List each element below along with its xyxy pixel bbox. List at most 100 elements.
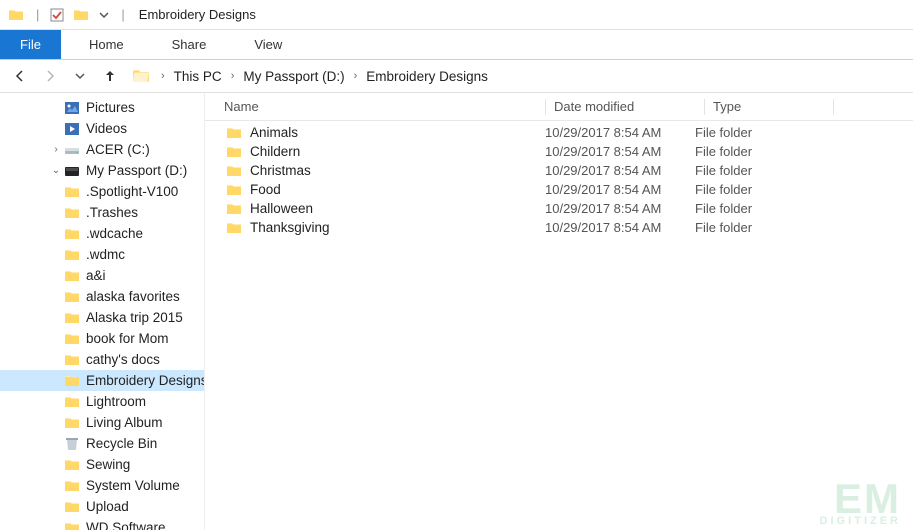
tree-item[interactable]: Recycle Bin <box>0 433 204 454</box>
tree-item[interactable]: ›Pictures <box>0 97 204 118</box>
folder-icon <box>226 125 242 141</box>
tree-item[interactable]: Lightroom <box>0 391 204 412</box>
nav-bar: › This PC › My Passport (D:) › Embroider… <box>0 60 913 93</box>
tree-item-label: alaska favorites <box>86 289 204 304</box>
file-row[interactable]: Childern10/29/2017 8:54 AMFile folder <box>205 142 913 161</box>
qat-dropdown-icon[interactable] <box>99 10 109 20</box>
tab-view[interactable]: View <box>234 30 302 59</box>
breadcrumb-folder-icon <box>132 67 150 85</box>
recent-dropdown-button[interactable] <box>68 64 92 88</box>
file-type: File folder <box>695 163 752 178</box>
tree-item[interactable]: Sewing <box>0 454 204 475</box>
breadcrumb-crumb[interactable]: This PC <box>170 69 226 84</box>
title-divider: | <box>36 7 39 22</box>
title-bar: | | Embroidery Designs <box>0 0 913 30</box>
expand-toggle-icon[interactable]: › <box>50 144 62 155</box>
tree-item-label: Living Album <box>86 415 204 430</box>
folder-icon <box>226 182 242 198</box>
file-name: Childern <box>250 144 545 159</box>
file-type: File folder <box>695 125 752 140</box>
tree-item[interactable]: WD Software <box>0 517 204 530</box>
tree-item[interactable]: Upload <box>0 496 204 517</box>
folder-icon <box>64 520 80 530</box>
file-list: Animals10/29/2017 8:54 AMFile folderChil… <box>205 121 913 530</box>
ribbon-tabs: File Home Share View <box>0 30 913 60</box>
column-type[interactable]: Type <box>713 99 833 114</box>
tree-item[interactable]: .Trashes <box>0 202 204 223</box>
tree-item-label: Upload <box>86 499 204 514</box>
breadcrumb[interactable]: › This PC › My Passport (D:) › Embroider… <box>132 67 905 85</box>
breadcrumb-chevron[interactable]: › <box>226 70 240 82</box>
tree-item[interactable]: System Volume <box>0 475 204 496</box>
file-row[interactable]: Thanksgiving10/29/2017 8:54 AMFile folde… <box>205 218 913 237</box>
tree-item-label: Pictures <box>86 100 204 115</box>
forward-arrow-icon <box>42 68 58 84</box>
breadcrumb-crumb[interactable]: Embroidery Designs <box>362 69 492 84</box>
file-row[interactable]: Halloween10/29/2017 8:54 AMFile folder <box>205 199 913 218</box>
tab-home[interactable]: Home <box>69 30 144 59</box>
tree-item-label: Sewing <box>86 457 204 472</box>
expand-toggle-icon[interactable]: ⌄ <box>50 165 62 176</box>
tree-item-label: cathy's docs <box>86 352 204 367</box>
file-date: 10/29/2017 8:54 AM <box>545 201 695 216</box>
tree-item[interactable]: ›Videos <box>0 118 204 139</box>
column-separator[interactable] <box>704 99 705 115</box>
watermark-sub: DIGITIZER <box>820 517 901 526</box>
file-type: File folder <box>695 220 752 235</box>
content-pane: Name Date modified Type Animals10/29/201… <box>205 93 913 530</box>
breadcrumb-chevron[interactable]: › <box>349 70 363 82</box>
tree-item[interactable]: book for Mom <box>0 328 204 349</box>
column-date[interactable]: Date modified <box>554 99 704 114</box>
folder-icon <box>64 394 80 410</box>
tree-item-label: a&i <box>86 268 204 283</box>
tab-file[interactable]: File <box>0 30 61 59</box>
folder-icon <box>64 226 80 242</box>
folder-icon <box>226 220 242 236</box>
back-button[interactable] <box>8 64 32 88</box>
tree-item[interactable]: .wdmc <box>0 244 204 265</box>
folder-icon <box>64 310 80 326</box>
file-row[interactable]: Christmas10/29/2017 8:54 AMFile folder <box>205 161 913 180</box>
file-date: 10/29/2017 8:54 AM <box>545 182 695 197</box>
column-separator[interactable] <box>545 99 546 115</box>
file-date: 10/29/2017 8:54 AM <box>545 163 695 178</box>
folder-icon <box>64 331 80 347</box>
column-separator[interactable] <box>833 99 834 115</box>
tree-item[interactable]: .wdcache <box>0 223 204 244</box>
tree-item[interactable]: cathy's docs <box>0 349 204 370</box>
navigation-tree[interactable]: ›Pictures›Videos›ACER (C:)⌄My Passport (… <box>0 93 205 530</box>
folder-icon <box>64 247 80 263</box>
folder-icon <box>64 478 80 494</box>
tab-share[interactable]: Share <box>152 30 227 59</box>
file-row[interactable]: Animals10/29/2017 8:54 AMFile folder <box>205 123 913 142</box>
breadcrumb-crumb[interactable]: My Passport (D:) <box>239 69 348 84</box>
tree-item[interactable]: Alaska trip 2015 <box>0 307 204 328</box>
tree-item[interactable]: .Spotlight-V100 <box>0 181 204 202</box>
pictures-icon <box>64 100 80 116</box>
recycle-bin-icon <box>64 436 80 452</box>
tree-item[interactable]: a&i <box>0 265 204 286</box>
chevron-down-icon <box>75 71 85 81</box>
breadcrumb-chevron[interactable]: › <box>156 70 170 82</box>
forward-button[interactable] <box>38 64 62 88</box>
tree-item[interactable]: Embroidery Designs <box>0 370 204 391</box>
tree-item[interactable]: ⌄My Passport (D:) <box>0 160 204 181</box>
file-date: 10/29/2017 8:54 AM <box>545 144 695 159</box>
file-name: Food <box>250 182 545 197</box>
qat-folder-icon[interactable] <box>73 7 89 23</box>
window-title: Embroidery Designs <box>139 7 256 22</box>
folder-icon <box>64 499 80 515</box>
back-arrow-icon <box>12 68 28 84</box>
tree-item[interactable]: alaska favorites <box>0 286 204 307</box>
file-row[interactable]: Food10/29/2017 8:54 AMFile folder <box>205 180 913 199</box>
title-divider-2: | <box>121 7 124 22</box>
tree-item[interactable]: Living Album <box>0 412 204 433</box>
column-name[interactable]: Name <box>205 99 545 114</box>
file-name: Thanksgiving <box>250 220 545 235</box>
qat-checkbox-icon[interactable] <box>49 7 65 23</box>
up-button[interactable] <box>98 64 122 88</box>
column-headers: Name Date modified Type <box>205 93 913 121</box>
folder-icon <box>64 184 80 200</box>
drive-ext-icon <box>64 163 80 179</box>
tree-item[interactable]: ›ACER (C:) <box>0 139 204 160</box>
